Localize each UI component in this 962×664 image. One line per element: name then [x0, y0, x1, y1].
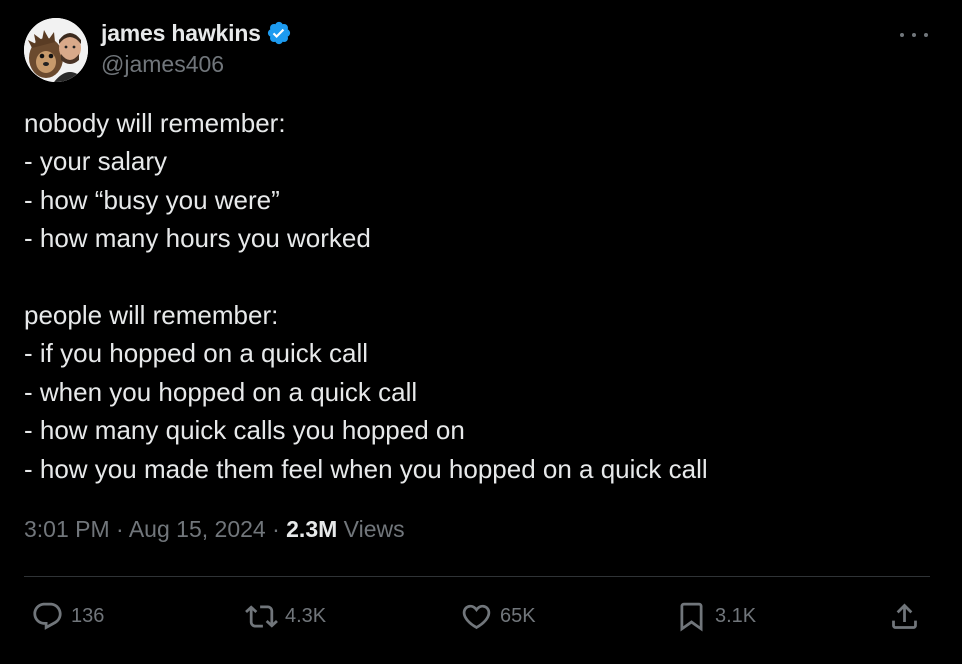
- tweet-text-line: - when you hopped on a quick call: [24, 376, 418, 407]
- views-label: Views: [343, 516, 405, 542]
- tweet-card: james hawkins @james406 nobody will reme…: [0, 0, 962, 664]
- share-button[interactable]: [888, 596, 921, 636]
- like-count: 65K: [500, 604, 536, 627]
- tweet-text-line: [24, 258, 934, 296]
- avatar-image: [24, 18, 88, 82]
- tweet-text: nobody will remember: - your salary - ho…: [24, 104, 934, 488]
- display-name[interactable]: james hawkins: [101, 20, 261, 47]
- share-icon: [892, 603, 917, 629]
- repost-icon: [245, 604, 278, 628]
- tweet-text-line: - how “busy you were”: [24, 184, 280, 215]
- views-count[interactable]: 2.3M: [286, 516, 337, 542]
- tweet-text-line: - how many quick calls you hopped on: [24, 415, 465, 446]
- avatar[interactable]: [24, 18, 88, 82]
- more-horizontal-icon: [900, 33, 904, 37]
- more-options-button[interactable]: [900, 28, 928, 42]
- tweet-time[interactable]: 3:01 PM: [24, 516, 110, 542]
- like-icon: [462, 604, 491, 629]
- more-horizontal-icon: [912, 33, 916, 37]
- action-bar: 136 4.3K 65K 3.1K: [0, 596, 962, 636]
- reply-button[interactable]: 136: [31, 596, 104, 636]
- reply-count: 136: [71, 604, 105, 627]
- bookmark-count: 3.1K: [715, 604, 757, 627]
- author-block: james hawkins @james406: [101, 17, 292, 78]
- reply-icon: [33, 602, 62, 630]
- tweet-text-line: - your salary: [24, 146, 168, 177]
- meta-separator: ·: [272, 516, 280, 542]
- tweet-text-line: nobody will remember:: [24, 108, 286, 138]
- user-handle[interactable]: @james406: [101, 51, 292, 78]
- display-name-row: james hawkins: [101, 17, 292, 49]
- tweet-text-line: - how many hours you worked: [24, 223, 371, 254]
- divider: [24, 576, 930, 577]
- repost-count: 4.3K: [285, 604, 327, 627]
- bookmark-icon: [680, 602, 703, 632]
- tweet-meta: 3:01 PM · Aug 15, 2024 · 2.3M Views: [24, 516, 405, 543]
- tweet-text-line: people will remember:: [24, 299, 279, 330]
- more-horizontal-icon: [924, 33, 928, 37]
- tweet-date[interactable]: Aug 15, 2024: [129, 516, 266, 542]
- repost-button[interactable]: 4.3K: [245, 596, 326, 636]
- bookmark-button[interactable]: 3.1K: [675, 596, 756, 636]
- tweet-text-line: - how you made them feel when you hopped…: [24, 453, 708, 484]
- like-button[interactable]: 65K: [460, 596, 536, 636]
- meta-separator: ·: [116, 516, 124, 542]
- verified-badge-icon[interactable]: [266, 20, 292, 46]
- tweet-text-line: - if you hopped on a quick call: [24, 338, 368, 369]
